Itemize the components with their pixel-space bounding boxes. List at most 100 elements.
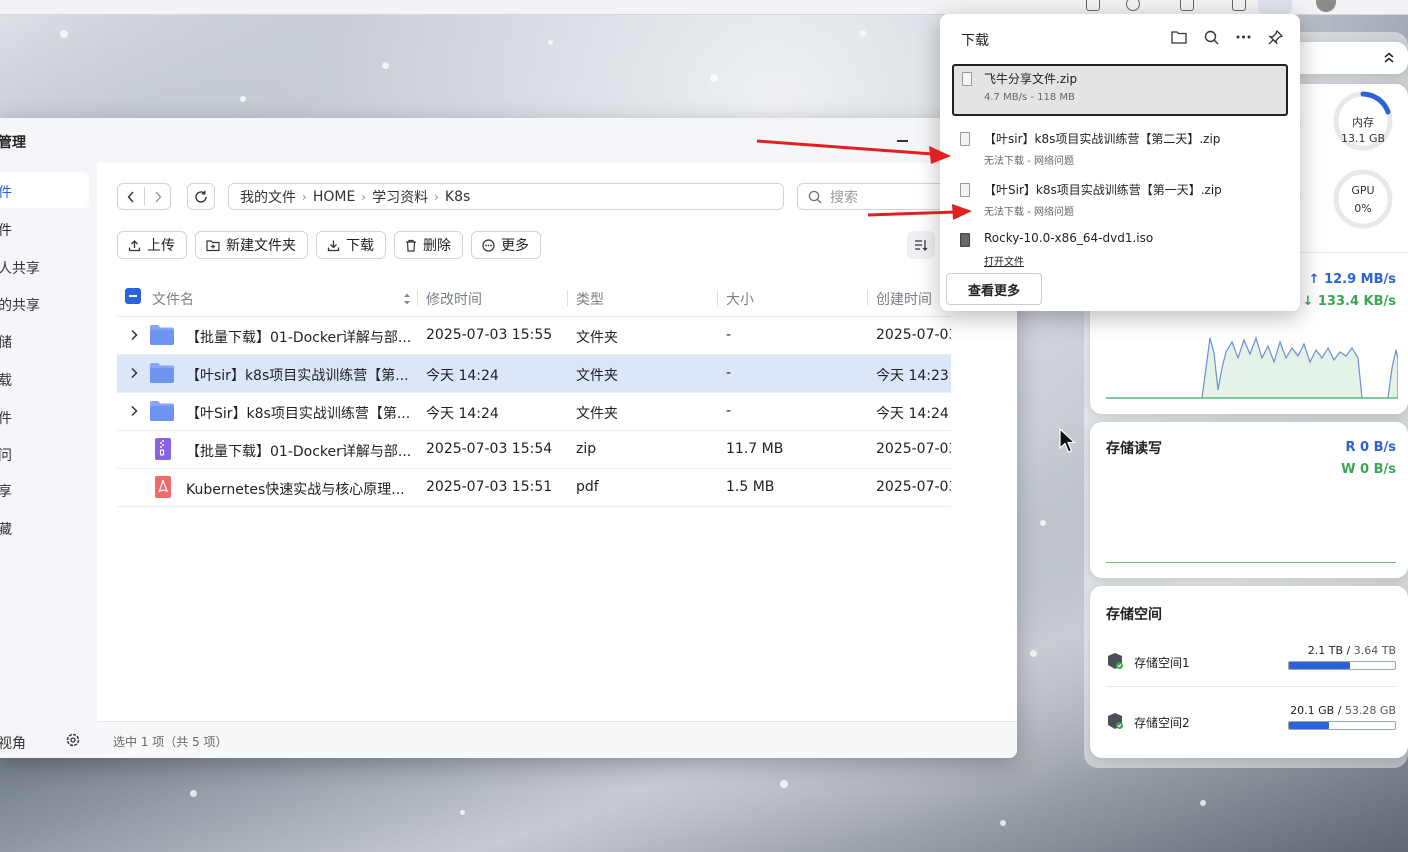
snowflake — [1030, 650, 1037, 657]
download-item[interactable]: 【叶Sir】k8s项目实战训练营【第一天】.zip 无法下载 - 网络问题 — [952, 177, 1288, 229]
delete-button[interactable]: 删除 — [394, 231, 463, 259]
browser-toolbar — [0, 0, 1408, 15]
chevron-right-icon[interactable] — [129, 405, 139, 417]
breadcrumb-item[interactable]: 学习资料 — [372, 187, 428, 207]
sidebar-item-access[interactable]: 问 — [0, 445, 12, 465]
column-header-name[interactable]: 文件名 — [152, 289, 194, 309]
snowflake — [190, 790, 197, 797]
storage-volume[interactable]: 存储空间1 2.1 TB / 3.64 TB — [1106, 644, 1396, 684]
chevron-right-icon[interactable] — [129, 329, 139, 341]
forward-button[interactable] — [147, 186, 169, 207]
file-table: 文件名 修改时间 类型 大小 创建时间 【批量下载】01-Docker详解与部.… — [117, 280, 951, 507]
pin-icon[interactable] — [1266, 28, 1284, 46]
column-header-type[interactable]: 类型 — [576, 289, 604, 309]
trash-icon — [406, 239, 416, 252]
disc-image-icon — [960, 233, 970, 247]
sidebar-item-files[interactable]: 件 — [0, 220, 12, 240]
table-row[interactable]: Kubernetes快速实战与核心原理... 2025-07-03 15:51 … — [117, 469, 951, 507]
more-horizontal-icon[interactable] — [1234, 28, 1252, 46]
memory-label: 内存 — [1352, 116, 1374, 129]
breadcrumb-item[interactable]: HOME — [313, 189, 355, 205]
extension-icon[interactable] — [1086, 0, 1100, 11]
chevron-right-icon — [155, 191, 162, 202]
sidebar-item-shared-with-me[interactable]: 人共享 — [0, 258, 40, 278]
gpu-gauge — [1333, 169, 1393, 229]
history-nav — [117, 183, 171, 210]
table-row[interactable]: 【批量下载】01-Docker详解与部... 2025-07-03 15:55 … — [117, 317, 951, 355]
storage-usage-fill — [1289, 662, 1351, 669]
sort-caret-icon[interactable] — [402, 292, 412, 306]
annotation-arrow — [756, 139, 951, 164]
gear-icon[interactable] — [65, 732, 81, 748]
status-bar: 选中 1 项（共 5 项） — [97, 721, 1017, 758]
sidebar-view-label[interactable]: 视角 — [0, 733, 26, 753]
refresh-button[interactable] — [187, 183, 215, 210]
settings-icon[interactable] — [1180, 0, 1194, 11]
avatar[interactable] — [1316, 0, 1336, 12]
table-row[interactable]: 【叶Sir】k8s项目实战训练营【第... 今天 14:24 文件夹 - 今天 … — [117, 393, 951, 431]
chevron-right-icon[interactable] — [129, 367, 139, 379]
upload-button[interactable]: 上传 — [117, 231, 187, 259]
refresh-icon — [195, 190, 207, 203]
download-item[interactable]: 【叶sir】k8s项目实战训练营【第二天】.zip 无法下载 - 网络问题 — [952, 126, 1288, 178]
table-row[interactable]: 【批量下载】01-Docker详解与部... 2025-07-03 15:54 … — [117, 431, 951, 469]
downloads-toolbar-button[interactable] — [1258, 0, 1292, 14]
disk-read-rate: R 0 B/s — [1345, 440, 1396, 455]
breadcrumb-item[interactable]: 我的文件 — [240, 187, 296, 207]
search-icon[interactable] — [1202, 28, 1220, 46]
disk-io-baseline — [1106, 562, 1396, 563]
sidebar-item-my-files[interactable]: 件 — [0, 182, 12, 202]
download-item-name: 飞牛分享文件.zip — [984, 72, 1078, 86]
downloads-toolbar — [1170, 28, 1284, 46]
folder-icon[interactable] — [1170, 28, 1188, 46]
file-modified: 2025-07-03 15:54 — [426, 441, 553, 457]
disk-io-widget: 存储读写 R 0 B/s W 0 B/s — [1090, 422, 1408, 578]
table-row[interactable]: 【叶sir】k8s项目实战训练营【第... 今天 14:24 文件夹 - 今天 … — [117, 355, 951, 393]
sidebar-item-my-shares[interactable]: 的共享 — [0, 295, 40, 315]
snowflake — [1000, 820, 1006, 826]
file-size: - — [726, 327, 732, 343]
download-item[interactable]: Rocky-10.0-x86_64-dvd1.iso 打开文件 — [952, 227, 1288, 279]
flag-icon[interactable] — [1232, 0, 1246, 11]
downloads-title: 下载 — [961, 33, 989, 49]
file-type: pdf — [576, 479, 599, 495]
more-button[interactable]: 更多 — [471, 231, 541, 259]
download-item-status: 无法下载 - 网络问题 — [984, 207, 1074, 218]
column-header-created[interactable]: 创建时间 — [876, 289, 932, 309]
chevron-up-icon[interactable] — [1384, 52, 1394, 64]
back-button[interactable] — [120, 186, 142, 207]
column-header-size[interactable]: 大小 — [726, 289, 754, 309]
storage-volume-usage: 20.1 GB / 53.28 GB — [1290, 704, 1396, 717]
storage-usage-bar — [1288, 661, 1396, 670]
main-panel: 我的文件› HOME› 学习资料› K8s 搜索 上传 新建文件夹 下载 — [97, 163, 1017, 758]
storage-volume[interactable]: 存储空间2 20.1 GB / 53.28 GB — [1106, 704, 1396, 744]
column-header-modified[interactable]: 修改时间 — [426, 289, 482, 309]
download-item[interactable]: 飞牛分享文件.zip 4.7 MB/s - 118 MB — [952, 64, 1288, 116]
select-all-checkbox[interactable] — [125, 288, 141, 304]
sidebar-item-downloads[interactable]: 载 — [0, 370, 12, 390]
folder-icon — [150, 325, 174, 345]
sidebar-item-share[interactable]: 享 — [0, 481, 12, 501]
star-icon[interactable] — [1126, 0, 1140, 11]
sort-icon — [915, 239, 928, 251]
download-item-name: 【叶Sir】k8s项目实战训练营【第一天】.zip — [984, 183, 1222, 197]
snowflake — [240, 96, 246, 102]
download-button[interactable]: 下载 — [316, 231, 386, 259]
snowflake — [860, 30, 866, 36]
file-created: 2025-07-03 — [876, 479, 951, 495]
selection-status: 选中 1 项（共 5 项） — [113, 735, 228, 749]
file-modified: 2025-07-03 15:55 — [426, 327, 553, 343]
see-more-button[interactable]: 查看更多 — [946, 273, 1042, 305]
open-file-link[interactable]: 打开文件 — [984, 253, 1024, 268]
file-manager-window: 管理 件 件 人共享 的共享 储 载 件 问 享 藏 视角 我的文件 › HOME… — [0, 118, 1017, 758]
sidebar-item-storage[interactable]: 储 — [0, 332, 12, 352]
breadcrumb-item[interactable]: K8s — [445, 189, 470, 205]
sort-button[interactable] — [907, 231, 935, 259]
upload-icon — [128, 239, 141, 251]
download-item-status: 无法下载 - 网络问题 — [984, 156, 1074, 167]
new-folder-button[interactable]: 新建文件夹 — [195, 231, 308, 259]
file-created: 2025-07-03 — [876, 327, 951, 343]
sidebar-item-favorites[interactable]: 藏 — [0, 519, 12, 539]
mouse-cursor-icon — [1059, 428, 1077, 453]
sidebar-item-files-2[interactable]: 件 — [0, 408, 12, 428]
